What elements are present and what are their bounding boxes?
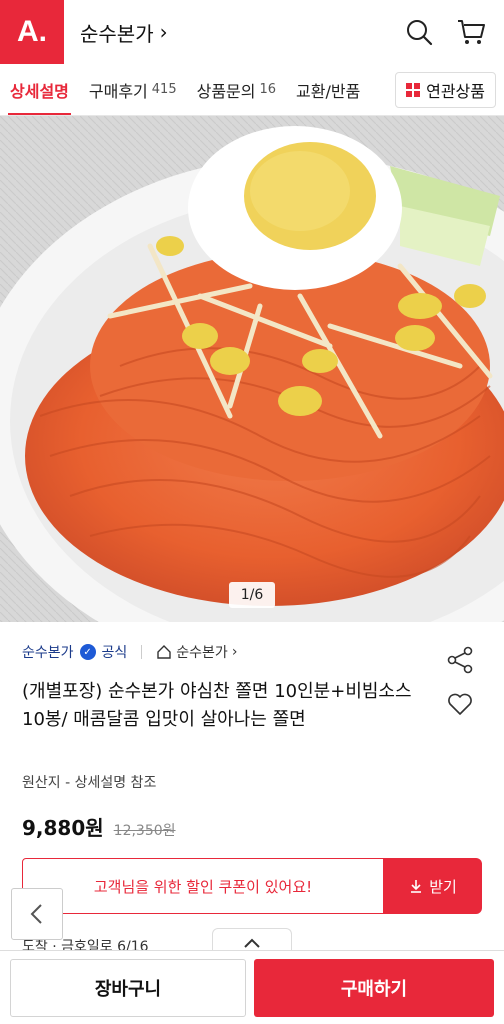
related-products-button[interactable]: 연관상품 — [395, 72, 496, 108]
store-title: 순수본가 — [80, 21, 154, 46]
store-link-label: 순수본가 — [176, 645, 228, 661]
original-price: 12,350원 — [113, 823, 176, 839]
divider — [141, 645, 143, 659]
tab-label: 교환/반품 — [296, 81, 361, 101]
tab-label: 상세설명 — [10, 81, 69, 101]
home-icon — [157, 645, 171, 659]
origin-info: 원산지 - 상세설명 참조 — [22, 775, 157, 791]
tab-count: 16 — [259, 82, 277, 97]
product-title: (개별포장) 순수본가 야심찬 쫄면 10인분+비빔소스10봉/ 매콤달콤 입맛… — [22, 681, 412, 730]
sale-price: 9,880원 — [22, 816, 104, 840]
app-logo[interactable]: A. — [0, 0, 64, 64]
cart-icon[interactable] — [456, 17, 486, 47]
tab-reviews[interactable]: 구매후기 415 — [79, 64, 187, 115]
product-image[interactable] — [0, 116, 504, 622]
chevron-up-icon — [244, 938, 260, 948]
app-header: A. 순수본가 › — [0, 0, 504, 64]
chevron-right-icon: › — [231, 644, 238, 660]
chevron-right-icon: › — [159, 20, 168, 44]
image-counter: 1/6 — [229, 582, 275, 608]
tab-exchange[interactable]: 교환/반품 — [286, 64, 370, 115]
back-button[interactable] — [11, 888, 63, 940]
store-link[interactable]: 순수본가 › — [156, 642, 237, 662]
grid-icon — [406, 83, 421, 97]
bottom-action-bar: 장바구니 구매하기 — [0, 950, 504, 1024]
official-label: 공식 — [101, 645, 128, 661]
brand-row: 순수본가 ✓ 공식 순수본가 › — [22, 642, 237, 662]
tab-count: 415 — [151, 82, 177, 97]
coupon-banner[interactable]: 고객님을 위한 할인 쿠폰이 있어요! — [22, 858, 384, 914]
download-icon — [411, 880, 422, 893]
tab-label: 상품문의 — [196, 81, 256, 101]
chevron-left-icon — [30, 904, 42, 924]
brand-name[interactable]: 순수본가 — [22, 642, 74, 662]
heart-icon[interactable] — [446, 690, 474, 718]
related-products-label: 연관상품 — [426, 82, 485, 101]
store-title-link[interactable]: 순수본가 › — [80, 18, 168, 47]
buy-now-button[interactable]: 구매하기 — [254, 958, 494, 1017]
coupon-button-label: 받기 — [429, 877, 457, 896]
product-photo — [0, 116, 504, 622]
coupon-download-button[interactable]: 받기 — [384, 858, 482, 914]
share-icon[interactable] — [446, 646, 474, 674]
tab-questions[interactable]: 상품문의 16 — [187, 64, 286, 115]
search-icon[interactable] — [404, 17, 434, 47]
price-row: 9,880원 12,350원 — [22, 812, 176, 841]
verified-check-icon: ✓ — [79, 644, 96, 660]
tab-label: 구매후기 — [88, 81, 148, 101]
tab-detail[interactable]: 상세설명 — [0, 64, 79, 115]
add-to-cart-button[interactable]: 장바구니 — [10, 958, 246, 1017]
